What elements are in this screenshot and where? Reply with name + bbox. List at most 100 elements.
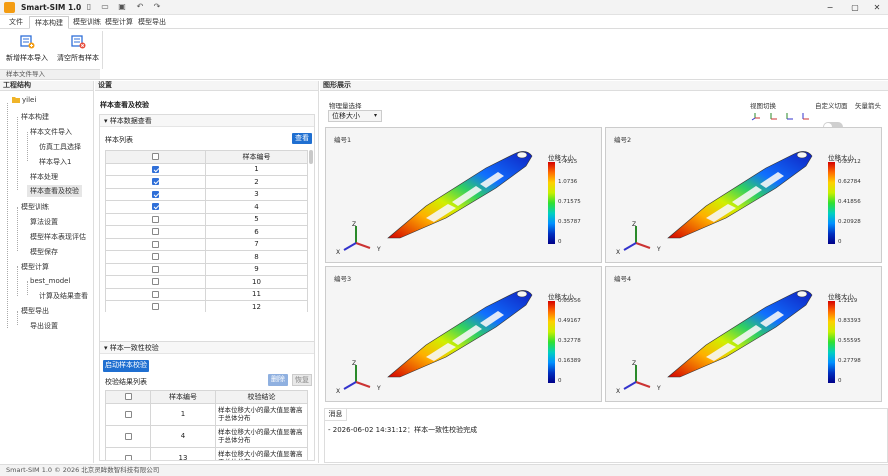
table-row[interactable]: 6 [105, 225, 308, 239]
start-verify-button[interactable]: 启动样本校验 [103, 360, 149, 372]
redo-icon[interactable]: ↷ [152, 2, 162, 12]
tab-model-export[interactable]: 模型导出 [133, 16, 171, 29]
tree-item-yilei[interactable]: yilei [22, 96, 36, 104]
row-select-cell[interactable] [105, 300, 206, 312]
save-icon[interactable]: ▣ [117, 2, 127, 12]
row-select-cell[interactable] [105, 200, 206, 214]
row-select-cell[interactable] [105, 287, 206, 301]
colorbar-tick: 0 [558, 378, 562, 384]
table-row[interactable]: 2 [105, 175, 308, 189]
add-sample-label: 新增样本导入 [6, 54, 48, 62]
add-sample-import-button[interactable]: 新增样本导入 [2, 33, 52, 63]
row-checkbox[interactable] [152, 253, 159, 261]
row-select-cell[interactable] [105, 237, 206, 251]
table-row[interactable]: 13样本位移大小的最大值显著高于总体分布 [105, 446, 308, 460]
tree-item-sample-file-import[interactable]: 样本文件导入 [30, 127, 72, 137]
tree-item-compute-results[interactable]: 计算及结果查看 [39, 291, 88, 301]
row-select-cell[interactable] [105, 250, 206, 264]
row-select-cell[interactable] [105, 262, 206, 276]
close-button[interactable]: ✕ [870, 1, 884, 14]
row-select-cell[interactable] [105, 446, 151, 460]
row-select-cell[interactable] [105, 225, 206, 239]
tree-item-model-train[interactable]: 模型训练 [21, 202, 49, 212]
tree-item-export-settings[interactable]: 导出设置 [30, 321, 58, 331]
table-row[interactable]: 11 [105, 287, 308, 301]
view-yz-icon[interactable] [786, 113, 793, 120]
row-checkbox[interactable] [124, 454, 132, 460]
result-select-header[interactable] [105, 390, 151, 404]
restore-button[interactable]: 恢复 [292, 374, 312, 386]
row-checkbox[interactable] [152, 278, 159, 286]
quantity-select[interactable]: 位移大小 ▾ [328, 110, 382, 122]
tab-file[interactable]: 文件 [4, 16, 28, 29]
sample-table-scrollbar[interactable] [309, 150, 313, 164]
result-viewport[interactable]: 编号2 Z Y X 位移大小 0.83712 0.62784 0.41856 0.20… [605, 127, 882, 263]
tree-item-model-compute[interactable]: 模型计算 [21, 262, 49, 272]
tree-item-model-save[interactable]: 模型保存 [30, 247, 58, 257]
tree-item-sim-tool[interactable]: 仿真工具选择 [39, 142, 81, 152]
result-viewport[interactable]: 编号4 Z Y X 位移大小 1.1119 0.83393 0.55595 0.277… [605, 266, 882, 402]
clear-samples-button[interactable]: 清空所有样本 [53, 33, 103, 63]
row-checkbox[interactable] [124, 432, 132, 440]
row-select-cell[interactable] [105, 212, 206, 226]
view-xz-icon[interactable] [802, 113, 809, 120]
minimize-button[interactable]: − [823, 1, 837, 14]
result-select-all-checkbox[interactable] [124, 393, 132, 401]
row-checkbox[interactable] [124, 410, 132, 418]
row-select-cell[interactable] [105, 275, 206, 289]
maximize-button[interactable]: ▢ [848, 1, 862, 14]
row-checkbox[interactable] [152, 165, 159, 173]
result-viewport[interactable]: 编号3 Z Y X 位移大小 0.65556 0.49167 0.32778 0.16… [325, 266, 602, 402]
table-row[interactable]: 9 [105, 262, 308, 276]
row-checkbox[interactable] [152, 303, 159, 311]
tree-item-sample-import-1[interactable]: 样本导入1 [39, 157, 71, 167]
row-select-cell[interactable] [105, 187, 206, 201]
view-button[interactable]: 查看 [292, 133, 312, 144]
view-xy-icon[interactable] [770, 113, 777, 120]
row-checkbox[interactable] [152, 228, 159, 236]
select-all-checkbox[interactable] [152, 153, 159, 161]
tree-item-sample-view-verify[interactable]: 样本查看及校验 [27, 185, 82, 197]
row-checkbox[interactable] [152, 203, 159, 211]
message-tab[interactable]: 消息 [325, 409, 347, 421]
row-checkbox[interactable] [152, 265, 159, 273]
tree-item-model-export[interactable]: 模型导出 [21, 306, 49, 316]
consistency-section-header[interactable]: ▾ 样本一致性校验 [100, 342, 314, 354]
vector-arrow-label: 矢量箭头 [855, 102, 881, 110]
row-select-cell[interactable] [105, 175, 206, 189]
row-select-cell[interactable] [105, 424, 151, 448]
undo-icon[interactable]: ↶ [135, 2, 145, 12]
table-row[interactable]: 8 [105, 250, 308, 264]
tree-item-best-model[interactable]: best_model [30, 277, 70, 285]
tree-item-sample-build[interactable]: 样本构建 [21, 112, 49, 122]
table-row[interactable]: 1 样本位移大小的最大值显著高于总体分布 [105, 402, 308, 426]
table-row[interactable]: 4 [105, 200, 308, 214]
tree-item-algorithm-settings[interactable]: 算法设置 [30, 217, 58, 227]
settings-panel: 设置 样本查看及校验 ▾ 样本数据查看 样本列表 查看 样本编号 1234567… [95, 81, 319, 463]
row-checkbox[interactable] [152, 178, 159, 186]
table-row[interactable]: 7 [105, 237, 308, 251]
new-file-icon[interactable]: ▯ [84, 2, 94, 12]
tab-sample-build[interactable]: 样本构建 [29, 16, 69, 29]
table-row[interactable]: 10 [105, 275, 308, 289]
sample-data-section-header[interactable]: ▾ 样本数据查看 [100, 115, 314, 127]
table-row[interactable]: 5 [105, 212, 308, 226]
view-iso-icon[interactable] [751, 113, 760, 121]
tree-item-sample-process[interactable]: 样本处理 [30, 172, 58, 182]
row-select-cell[interactable] [105, 402, 151, 426]
result-viewport[interactable]: 编号1 Z Y X 位移大小 1.4315 1.0736 0.71575 0.3578… [325, 127, 602, 263]
delete-button[interactable]: 删除 [268, 374, 288, 386]
table-row[interactable]: 3 [105, 187, 308, 201]
open-folder-icon[interactable]: ▭ [100, 2, 110, 12]
table-row[interactable]: 12 [105, 300, 308, 312]
row-checkbox[interactable] [152, 240, 159, 248]
select-all-header[interactable] [105, 150, 206, 164]
tree-item-model-eval[interactable]: 模型样本表现评估 [30, 232, 86, 242]
row-select-cell[interactable] [105, 162, 206, 176]
colorbar-tick: 0.65556 [558, 298, 581, 304]
table-row[interactable]: 1 [105, 162, 308, 176]
row-checkbox[interactable] [152, 290, 159, 298]
row-checkbox[interactable] [152, 215, 159, 223]
table-row[interactable]: 4 样本位移大小的最大值显著高于总体分布 [105, 424, 308, 448]
row-checkbox[interactable] [152, 190, 159, 198]
